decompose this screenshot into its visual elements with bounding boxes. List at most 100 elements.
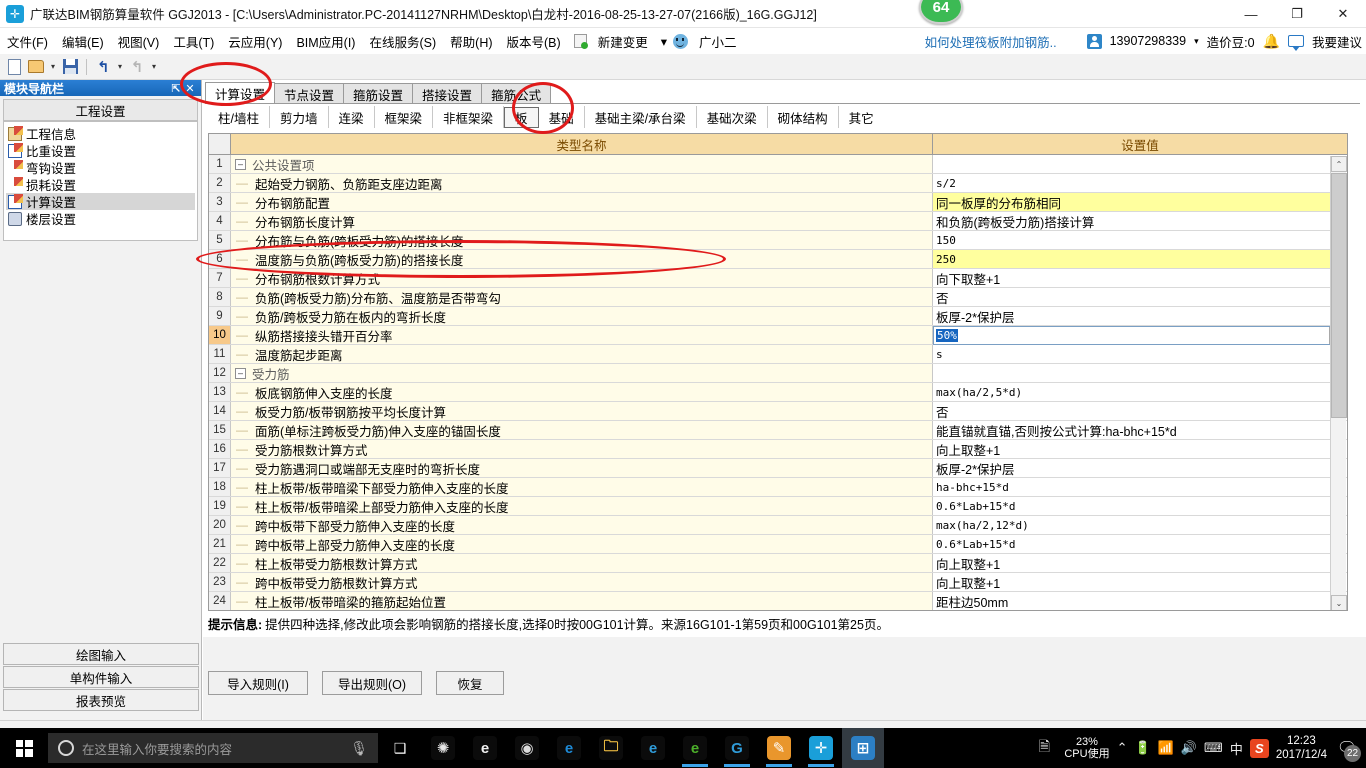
row-value-cell[interactable]: 板厚-2*保护层: [933, 459, 1347, 477]
menu-tools[interactable]: 工具(T): [166, 30, 221, 53]
row-value-cell[interactable]: 向下取整+1: [933, 269, 1347, 287]
tab-stirrup-formula[interactable]: 箍筋公式: [481, 83, 552, 104]
row-type-name-cell[interactable]: — 负筋/跨板受力筋在板内的弯折长度: [231, 307, 933, 325]
row-type-name-cell[interactable]: — 柱上板带/板带暗梁上部受力筋伸入支座的长度: [231, 497, 933, 515]
grid-vertical-scrollbar[interactable]: ⌃ ⌄: [1330, 156, 1347, 610]
row-type-name-cell[interactable]: — 分布钢筋配置: [231, 193, 933, 211]
taskbar-app-glodon-app[interactable]: ✛: [800, 728, 842, 768]
taskbar-app-g-browser-app[interactable]: G: [716, 728, 758, 768]
row-value-cell[interactable]: 否: [933, 402, 1347, 420]
table-row[interactable]: 23 — 跨中板带受力筋根数计算方式 向上取整+1: [209, 573, 1347, 592]
row-value-cell[interactable]: [933, 155, 1347, 173]
row-type-name-cell[interactable]: – 公共设置项: [231, 155, 933, 173]
ime-indicator[interactable]: 中: [1230, 739, 1243, 758]
chevron-down-icon[interactable]: ▾: [659, 32, 669, 51]
value-combobox[interactable]: 50%⌄: [933, 326, 1347, 345]
menu-cloud[interactable]: 云应用(Y): [221, 30, 289, 53]
import-rules-button[interactable]: 导入规则(I): [208, 671, 308, 695]
volume-icon[interactable]: 🔊: [1181, 740, 1197, 756]
row-type-name-cell[interactable]: — 跨中板带上部受力筋伸入支座的长度: [231, 535, 933, 553]
row-type-name-cell[interactable]: — 柱上板带受力筋根数计算方式: [231, 554, 933, 572]
taskbar-search[interactable]: 在这里输入你要搜索的内容 🎙: [48, 733, 378, 763]
tab-node-settings[interactable]: 节点设置: [274, 83, 345, 104]
row-value-cell[interactable]: 板厚-2*保护层: [933, 307, 1347, 325]
tab-lap-settings[interactable]: 搭接设置: [412, 83, 483, 104]
menu-version[interactable]: 版本号(B): [500, 30, 568, 53]
menu-help[interactable]: 帮助(H): [443, 30, 499, 53]
close-button[interactable]: ✕: [1320, 0, 1366, 28]
table-row[interactable]: 18 — 柱上板带/板带暗梁下部受力筋伸入支座的长度 ha-bhc+15*d: [209, 478, 1347, 497]
notification-center-icon[interactable]: 🗨 22: [1334, 735, 1361, 762]
row-type-name-cell[interactable]: — 温度筋起步距离: [231, 345, 933, 363]
menu-bim[interactable]: BIM应用(I): [289, 30, 362, 53]
row-value-cell[interactable]: max(ha/2,12*d): [933, 516, 1347, 534]
row-type-name-cell[interactable]: – 受力筋: [231, 364, 933, 382]
doc-help-icon[interactable]: 🗎: [1031, 735, 1057, 761]
row-type-name-cell[interactable]: — 跨中板带下部受力筋伸入支座的长度: [231, 516, 933, 534]
tab-shear-wall[interactable]: 剪力墙: [270, 106, 329, 128]
collapse-expander-icon[interactable]: –: [235, 158, 246, 170]
menu-view[interactable]: 视图(V): [111, 30, 167, 53]
tab-foundation-main-beam[interactable]: 基础主梁/承台梁: [585, 106, 697, 128]
table-row[interactable]: 1– 公共设置项: [209, 155, 1347, 174]
table-row[interactable]: 22 — 柱上板带受力筋根数计算方式 向上取整+1: [209, 554, 1347, 573]
table-row[interactable]: 24 — 柱上板带/板带暗梁的箍筋起始位置 距柱边50mm: [209, 592, 1347, 610]
row-type-name-cell[interactable]: — 受力筋根数计算方式: [231, 440, 933, 458]
keyboard-icon[interactable]: ⌨: [1204, 740, 1223, 756]
minimize-button[interactable]: —: [1228, 0, 1274, 28]
table-row[interactable]: 20 — 跨中板带下部受力筋伸入支座的长度 max(ha/2,12*d): [209, 516, 1347, 535]
row-value-cell[interactable]: s: [933, 345, 1347, 363]
start-button[interactable]: [0, 728, 48, 768]
tree-item-weight-settings[interactable]: 比重设置: [6, 142, 195, 159]
row-type-name-cell[interactable]: — 受力筋遇洞口或端部无支座时的弯折长度: [231, 459, 933, 477]
close-icon[interactable]: ✕: [183, 82, 197, 95]
row-value-cell[interactable]: ha-bhc+15*d: [933, 478, 1347, 496]
tab-calc-settings[interactable]: 计算设置: [205, 82, 276, 104]
battery-icon[interactable]: 🔋: [1134, 740, 1150, 756]
new-document-icon[interactable]: [4, 57, 24, 77]
new-change-button[interactable]: 新建变更: [591, 30, 655, 53]
tree-item-floor-settings[interactable]: 楼层设置: [6, 210, 195, 227]
promo-link[interactable]: 如何处理筏板附加钢筋..: [925, 32, 1057, 51]
row-type-name-cell[interactable]: — 分布钢筋根数计算方式: [231, 269, 933, 287]
tab-nonframe-beam[interactable]: 非框架梁: [433, 106, 505, 128]
open-folder-icon[interactable]: [26, 57, 46, 77]
tab-coupling-beam[interactable]: 连梁: [329, 106, 375, 128]
sogou-ime-icon[interactable]: S: [1249, 738, 1269, 758]
redo-chevron-down-icon[interactable]: ▾: [149, 57, 159, 77]
table-row[interactable]: 5 — 分布筋与负筋(跨板受力筋)的搭接长度 150: [209, 231, 1347, 250]
row-type-name-cell[interactable]: — 分布筋与负筋(跨板受力筋)的搭接长度: [231, 231, 933, 249]
row-value-cell[interactable]: max(ha/2,5*d): [933, 383, 1347, 401]
row-type-name-cell[interactable]: — 起始受力钢筋、负筋距支座边距离: [231, 174, 933, 192]
row-value-cell[interactable]: 和负筋(跨板受力筋)搭接计算: [933, 212, 1347, 230]
tab-frame-beam[interactable]: 框架梁: [375, 106, 434, 128]
row-value-cell[interactable]: 能直锚就直锚,否则按公式计算:ha-bhc+15*d: [933, 421, 1347, 439]
tab-masonry[interactable]: 砌体结构: [768, 106, 839, 128]
tab-foundation[interactable]: 基础: [539, 106, 585, 128]
tab-stirrup-settings[interactable]: 箍筋设置: [343, 83, 414, 104]
wifi-icon[interactable]: 📶: [1158, 740, 1174, 756]
menu-online[interactable]: 在线服务(S): [362, 30, 443, 53]
row-value-cell[interactable]: [933, 364, 1347, 382]
report-preview-button[interactable]: 报表预览: [3, 689, 199, 711]
row-value-cell[interactable]: 向上取整+1: [933, 554, 1347, 572]
account-chevron-down-icon[interactable]: ▾: [1194, 36, 1199, 47]
table-row[interactable]: 13 — 板底钢筋伸入支座的长度 max(ha/2,5*d): [209, 383, 1347, 402]
row-value-cell[interactable]: 距柱边50mm: [933, 592, 1347, 610]
save-disk-icon[interactable]: [60, 57, 80, 77]
table-row[interactable]: 21 — 跨中板带上部受力筋伸入支座的长度 0.6*Lab+15*d: [209, 535, 1347, 554]
single-member-input-button[interactable]: 单构件输入: [3, 666, 199, 688]
row-value-cell[interactable]: 否: [933, 288, 1347, 306]
taskbar-app-ie-app[interactable]: e: [632, 728, 674, 768]
row-value-cell[interactable]: 0.6*Lab+15*d: [933, 535, 1347, 553]
menu-edit[interactable]: 编辑(E): [55, 30, 111, 53]
row-type-name-cell[interactable]: — 跨中板带受力筋根数计算方式: [231, 573, 933, 591]
tab-column-wall[interactable]: 柱/墙柱: [208, 106, 270, 128]
tree-item-hook-settings[interactable]: 弯钩设置: [6, 159, 195, 176]
taskbar-app-ie-classic-app[interactable]: e: [464, 728, 506, 768]
row-type-name-cell[interactable]: — 板受力筋/板带钢筋按平均长度计算: [231, 402, 933, 420]
pin-icon[interactable]: ⇱: [169, 82, 183, 95]
table-row[interactable]: 17 — 受力筋遇洞口或端部无支座时的弯折长度 板厚-2*保护层: [209, 459, 1347, 478]
account-number[interactable]: 13907298339: [1110, 34, 1186, 48]
row-type-name-cell[interactable]: — 板底钢筋伸入支座的长度: [231, 383, 933, 401]
